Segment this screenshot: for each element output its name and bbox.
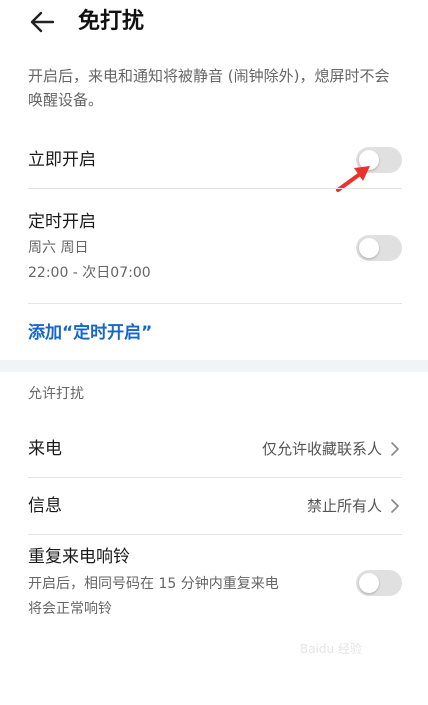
repeat-calls-desc-line2: 将会正常响铃 xyxy=(28,601,112,617)
calls-label: 来电 xyxy=(28,439,62,459)
divider xyxy=(28,303,402,304)
messages-label: 信息 xyxy=(28,496,62,516)
repeat-calls-desc-line1: 开启后，相同号码在 15 分钟内重复来电 xyxy=(28,576,279,592)
repeat-calls-label: 重复来电响铃 xyxy=(28,547,130,567)
allow-section-header: 允许打扰 xyxy=(28,386,84,402)
add-schedule-link[interactable]: 添加“定时开启” xyxy=(28,321,152,345)
chevron-right-icon xyxy=(391,499,399,513)
page-title: 免打扰 xyxy=(78,9,145,34)
scheduled-days: 周六 周日 xyxy=(28,240,89,256)
watermark: Baidu 经验 xyxy=(300,642,362,656)
feature-description: 开启后，来电和通知将被静音 (闹钟除外)，熄屏时不会唤醒设备。 xyxy=(28,67,390,109)
toggle-knob xyxy=(359,573,379,593)
divider xyxy=(28,188,402,189)
immediate-label: 立即开启 xyxy=(28,150,96,170)
scheduled-toggle[interactable] xyxy=(356,235,402,261)
toggle-knob xyxy=(359,238,379,258)
repeat-calls-toggle[interactable] xyxy=(356,570,402,596)
back-arrow-icon[interactable] xyxy=(28,8,56,36)
scheduled-time: 22:00 - 次日07:00 xyxy=(28,265,151,281)
scheduled-label: 定时开启 xyxy=(28,212,96,232)
calls-value: 仅允许收藏联系人 xyxy=(261,440,382,458)
messages-value: 禁止所有人 xyxy=(306,497,382,515)
chevron-right-icon xyxy=(391,442,399,456)
